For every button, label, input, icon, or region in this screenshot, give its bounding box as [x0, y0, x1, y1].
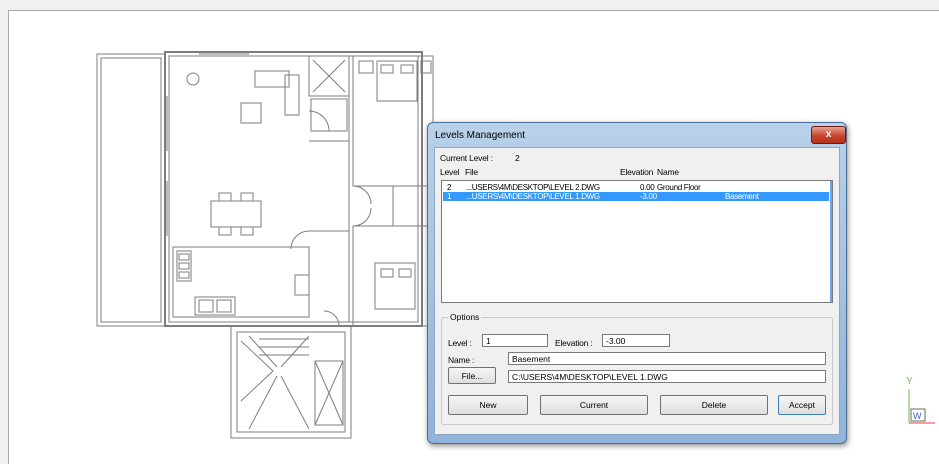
dialog-body: Current Level : 2 Level File Elevation N…: [434, 147, 840, 435]
ucs-icon: Y W: [906, 376, 935, 424]
level-input[interactable]: 1: [482, 334, 548, 347]
column-header-elevation: Elevation: [620, 167, 654, 177]
file-path-input[interactable]: C:\USERS\4M\DESKTOP\LEVEL 1.DWG: [508, 370, 826, 383]
column-header-file: File: [465, 167, 478, 177]
elevation-input[interactable]: -3.00: [602, 334, 670, 347]
row-elevation: -3.00: [640, 192, 657, 201]
column-header-name: Name: [657, 167, 679, 177]
row-elevation: 0.00: [640, 183, 655, 192]
list-item-selected[interactable]: 1 ...USERS\4M\DESKTOP\LEVEL 1.DWG -3.00 …: [443, 192, 829, 201]
name-input[interactable]: Basement: [508, 352, 826, 365]
row-name: Basement: [725, 192, 759, 201]
ucs-w-label: W: [913, 411, 922, 421]
close-button[interactable]: x: [811, 126, 846, 144]
row-file: ...USERS\4M\DESKTOP\LEVEL 2.DWG: [466, 183, 600, 192]
elevation-label: Elevation :: [555, 338, 593, 348]
dialog-title: Levels Management: [435, 130, 526, 141]
name-label: Name :: [448, 355, 475, 365]
accept-button[interactable]: Accept: [778, 395, 826, 415]
current-level-label: Current Level :: [440, 153, 493, 163]
row-level: 2: [447, 183, 452, 192]
ucs-y-label: Y: [906, 376, 913, 387]
list-item[interactable]: 2 ...USERS\4M\DESKTOP\LEVEL 2.DWG 0.00 G…: [443, 183, 829, 192]
row-level: 1: [447, 192, 452, 201]
options-group: Options Level : 1 Elevation : -3.00 Name…: [441, 312, 833, 425]
file-button[interactable]: File...: [448, 367, 496, 384]
row-file: ...USERS\4M\DESKTOP\LEVEL 1.DWG: [466, 192, 600, 201]
delete-button[interactable]: Delete: [660, 395, 768, 415]
options-legend: Options: [448, 312, 482, 322]
levels-list[interactable]: 2 ...USERS\4M\DESKTOP\LEVEL 2.DWG 0.00 G…: [441, 180, 833, 303]
level-label: Level :: [448, 338, 472, 348]
levels-management-dialog[interactable]: Levels Management x Current Level : 2 Le…: [427, 122, 847, 444]
new-button[interactable]: New: [448, 395, 528, 415]
column-header-level: Level: [440, 167, 460, 177]
current-level-value: 2: [515, 153, 520, 163]
current-button[interactable]: Current: [540, 395, 648, 415]
row-name: Ground Floor: [657, 183, 701, 192]
list-scrollbar[interactable]: [830, 181, 832, 302]
